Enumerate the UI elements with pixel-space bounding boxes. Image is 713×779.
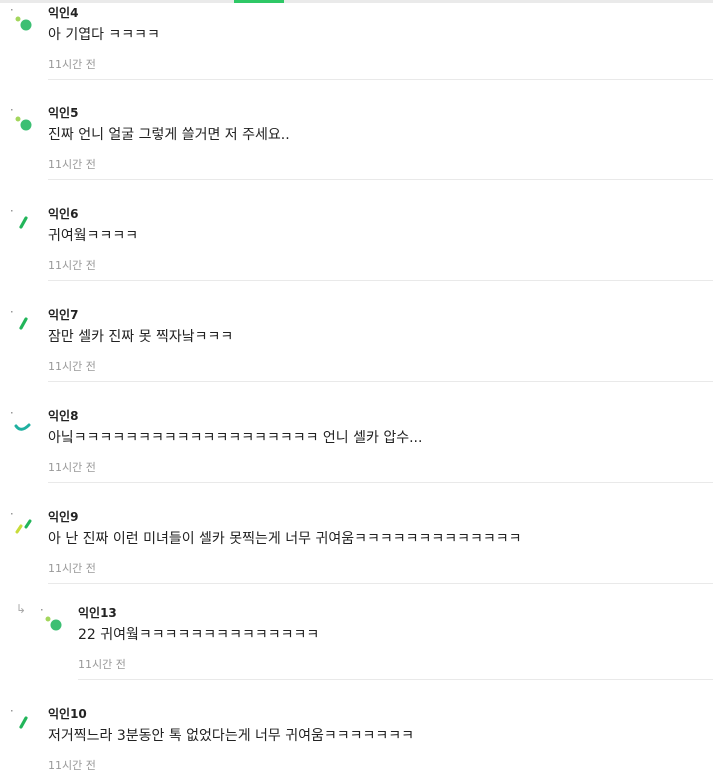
comment-divider	[48, 280, 713, 281]
comment-text: 진짜 언니 얼굴 그렇게 쓸거면 저 주세요..	[48, 127, 290, 143]
comment-text: 아닠ㅋㅋㅋㅋㅋㅋㅋㅋㅋㅋㅋㅋㅋㅋㅋㅋㅋㅋㅋ 언니 셀카 압수...	[48, 430, 423, 446]
slash-avatar-icon[interactable]	[8, 308, 38, 338]
comment-author[interactable]: 익인5	[48, 104, 78, 121]
comment-divider	[48, 79, 713, 80]
comment-divider	[48, 179, 713, 180]
dots-avatar-icon[interactable]	[8, 6, 38, 36]
comment-time: 11시간 전	[48, 58, 96, 71]
comment-text: 저거찍느라 3분동안 톡 없었다는게 너무 귀여움ㅋㅋㅋㅋㅋㅋㅋ	[48, 728, 415, 744]
comment-time: 11시간 전	[48, 360, 96, 373]
double-slash-avatar-icon[interactable]	[8, 510, 38, 540]
comment-divider	[48, 381, 713, 382]
comment-author[interactable]: 익인13	[78, 604, 117, 621]
comment-divider	[48, 482, 713, 483]
comment-time: 11시간 전	[48, 158, 96, 171]
arc-avatar-icon[interactable]	[8, 409, 38, 439]
comment-author[interactable]: 익인8	[48, 407, 78, 424]
comment-author[interactable]: 익인10	[48, 705, 87, 722]
tab-indicator	[234, 0, 284, 3]
comment-text: 아 난 진짜 이런 미녀들이 셀카 못찍는게 너무 귀여움ㅋㅋㅋㅋㅋㅋㅋㅋㅋㅋㅋ…	[48, 531, 522, 547]
comment-text: 아 기엽다 ㅋㅋㅋㅋ	[48, 27, 160, 43]
comment-time: 11시간 전	[48, 759, 96, 772]
comment-time: 11시간 전	[48, 461, 96, 474]
comment-time: 11시간 전	[78, 658, 126, 671]
slash-avatar-icon[interactable]	[8, 207, 38, 237]
comment-author[interactable]: 익인9	[48, 508, 78, 525]
comment-divider	[78, 679, 713, 680]
comment-author[interactable]: 익인6	[48, 205, 78, 222]
comment-author[interactable]: 익인4	[48, 4, 78, 21]
reply-arrow-icon: ↳	[16, 602, 27, 616]
comment-text: 잠만 셀카 진짜 못 찍자낰ㅋㅋㅋ	[48, 329, 234, 345]
comment-divider	[48, 583, 713, 584]
comment-text: 귀여웤ㅋㅋㅋㅋ	[48, 228, 139, 244]
comment-text: 22 귀여웤ㅋㅋㅋㅋㅋㅋㅋㅋㅋㅋㅋㅋㅋㅋ	[78, 627, 320, 643]
top-divider	[0, 0, 713, 3]
dots-avatar-icon[interactable]	[38, 606, 68, 636]
comment-time: 11시간 전	[48, 562, 96, 575]
comment-time: 11시간 전	[48, 259, 96, 272]
comment-author[interactable]: 익인7	[48, 306, 78, 323]
slash-avatar-icon[interactable]	[8, 707, 38, 737]
dots-avatar-icon[interactable]	[8, 106, 38, 136]
